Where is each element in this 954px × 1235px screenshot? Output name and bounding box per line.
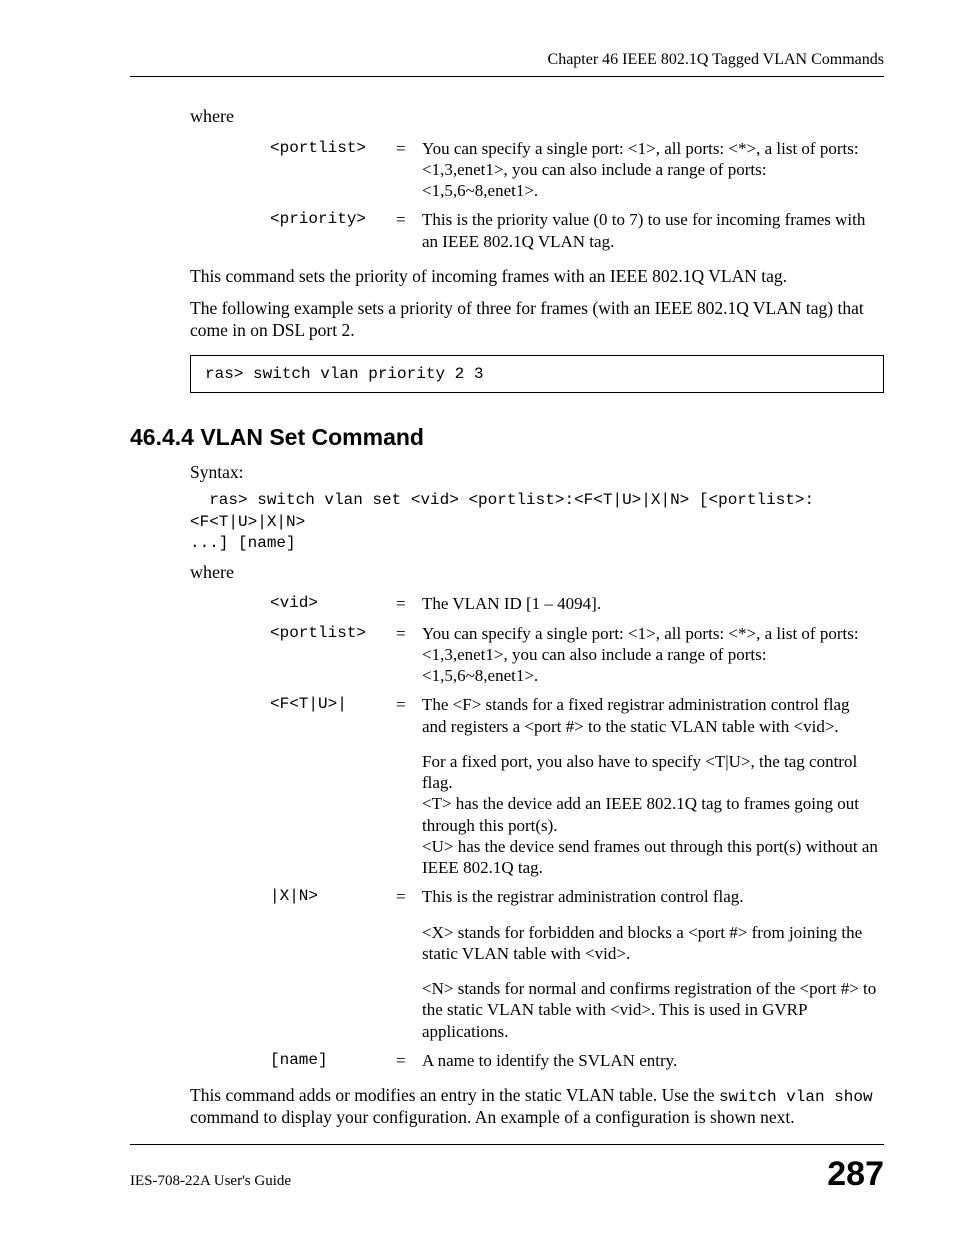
page-number: 287 [827, 1153, 884, 1196]
param-desc: This is the priority value (0 to 7) to u… [422, 205, 884, 256]
table-row: <X> stands for forbidden and blocks a <p… [270, 912, 884, 969]
param-name: <portlist> [270, 619, 396, 691]
param-name [270, 741, 396, 883]
where-label-1: where [190, 105, 884, 128]
param-eq: = [396, 205, 422, 256]
param-name [270, 968, 396, 1046]
param-name: <priority> [270, 205, 396, 256]
body-paragraph: The following example sets a priority of… [190, 298, 884, 342]
footer-rule [130, 1144, 884, 1145]
param-eq [396, 741, 422, 883]
table-row: <priority> = This is the priority value … [270, 205, 884, 256]
chapter-header: Chapter 46 IEEE 802.1Q Tagged VLAN Comma… [130, 50, 884, 70]
param-name [270, 912, 396, 969]
page-footer: IES-708-22A User's Guide 287 [130, 1144, 884, 1196]
syntax-code: ras> switch vlan set <vid> <portlist>:<F… [190, 490, 884, 555]
closing-paragraph: This command adds or modifies an entry i… [190, 1085, 884, 1129]
table-row: For a fixed port, you also have to speci… [270, 741, 884, 883]
param-table-1: <portlist> = You can specify a single po… [270, 134, 884, 256]
table-row: <vid> = The VLAN ID [1 – 4094]. [270, 589, 884, 618]
param-desc: The VLAN ID [1 – 4094]. [422, 589, 884, 618]
param-desc: For a fixed port, you also have to speci… [422, 741, 884, 883]
body-paragraph: This command sets the priority of incomi… [190, 266, 884, 288]
param-desc: <X> stands for forbidden and blocks a <p… [422, 912, 884, 969]
table-row: <portlist> = You can specify a single po… [270, 134, 884, 206]
table-row: |X|N> = This is the registrar administra… [270, 882, 884, 911]
param-eq: = [396, 882, 422, 911]
param-name: |X|N> [270, 882, 396, 911]
param-desc: You can specify a single port: <1>, all … [422, 619, 884, 691]
param-name: <F<T|U>| [270, 690, 396, 741]
closing-post: command to display your configuration. A… [190, 1107, 795, 1127]
param-desc: You can specify a single port: <1>, all … [422, 134, 884, 206]
param-desc: This is the registrar administration con… [422, 882, 884, 911]
param-eq [396, 912, 422, 969]
syntax-label: Syntax: [190, 462, 884, 484]
closing-pre: This command adds or modifies an entry i… [190, 1085, 719, 1105]
param-eq: = [396, 134, 422, 206]
table-row: <F<T|U>| = The <F> stands for a fixed re… [270, 690, 884, 741]
param-desc: <N> stands for normal and confirms regis… [422, 968, 884, 1046]
param-eq: = [396, 589, 422, 618]
param-name: <vid> [270, 589, 396, 618]
header-rule [130, 76, 884, 77]
param-eq: = [396, 619, 422, 691]
section-heading: 46.4.4 VLAN Set Command [130, 423, 884, 452]
param-eq [396, 968, 422, 1046]
param-desc: The <F> stands for a fixed registrar adm… [422, 690, 884, 741]
table-row: <portlist> = You can specify a single po… [270, 619, 884, 691]
param-eq: = [396, 690, 422, 741]
param-desc: A name to identify the SVLAN entry. [422, 1046, 884, 1075]
table-row: [name] = A name to identify the SVLAN en… [270, 1046, 884, 1075]
where-label-2: where [190, 561, 884, 584]
inline-code: switch vlan show [719, 1088, 873, 1106]
table-row: <N> stands for normal and confirms regis… [270, 968, 884, 1046]
param-table-2: <vid> = The VLAN ID [1 – 4094]. <portlis… [270, 589, 884, 1075]
param-name: <portlist> [270, 134, 396, 206]
code-example-box: ras> switch vlan priority 2 3 [190, 355, 884, 393]
param-eq: = [396, 1046, 422, 1075]
guide-label: IES-708-22A User's Guide [130, 1172, 291, 1191]
param-name: [name] [270, 1046, 396, 1075]
